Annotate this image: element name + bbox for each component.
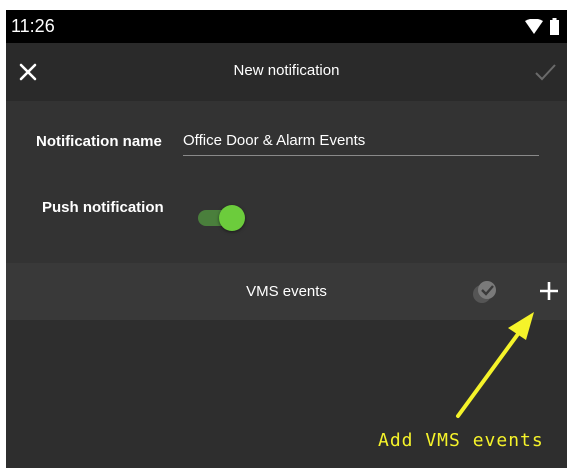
notification-form: Notification name Push notification (6, 101, 567, 263)
wifi-icon (525, 18, 543, 34)
page-title: New notification (233, 62, 340, 79)
toggle-thumb (219, 205, 245, 231)
push-notification-toggle[interactable] (198, 205, 245, 231)
notification-name-input[interactable] (183, 125, 539, 156)
confirm-button[interactable] (533, 60, 557, 84)
status-time: 11:26 (11, 16, 55, 36)
status-icons (525, 18, 559, 35)
checkmark-icon (535, 64, 556, 81)
push-notification-label: Push notification (42, 199, 164, 216)
annotation-arrow-icon (456, 312, 534, 418)
status-bar: 11:26 (6, 10, 567, 43)
add-vms-event-button[interactable] (537, 279, 561, 303)
notification-name-label: Notification name (36, 133, 162, 150)
battery-icon (550, 18, 559, 35)
app-screen: 11:26 New notification Notification name (6, 10, 567, 468)
select-all-check-icon[interactable] (471, 278, 499, 306)
plus-icon (540, 282, 558, 300)
app-bar: New notification (6, 43, 567, 101)
annotation-label: Add VMS events (378, 430, 544, 451)
